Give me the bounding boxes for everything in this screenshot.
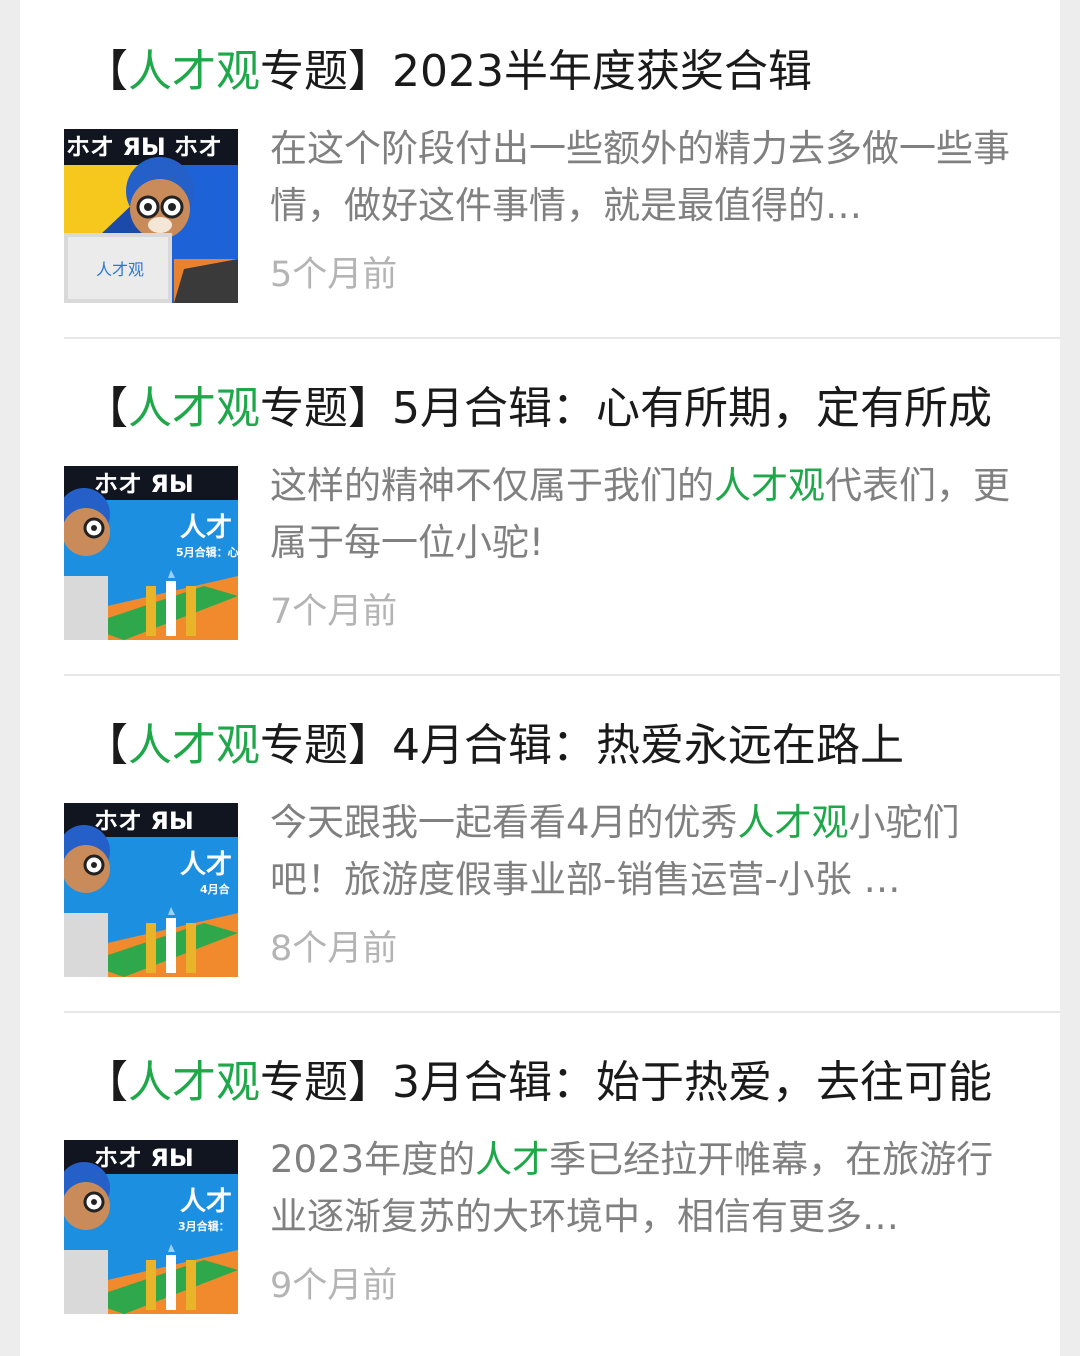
article-summary: 这样的精神不仅属于我们的人才观代表们，更属于每一位小驼! bbox=[270, 457, 1020, 571]
svg-text:3月合辑：: 3月合辑： bbox=[178, 1219, 230, 1233]
summary-text: 今天跟我一起看看4月的优秀 bbox=[270, 801, 738, 844]
title-label: 专题 bbox=[260, 46, 348, 97]
title-highlight: 人才观 bbox=[128, 46, 260, 97]
title-bracket-open: 【 bbox=[84, 46, 128, 97]
article-title[interactable]: 【人才观专题】3月合辑：始于热爱，去往可能 bbox=[84, 1053, 1044, 1113]
article-time: 5个月前 bbox=[270, 255, 398, 295]
summary-highlight: 人才观 bbox=[714, 464, 825, 507]
svg-text:人才: 人才 bbox=[180, 1187, 232, 1217]
article-time: 9个月前 bbox=[270, 1266, 398, 1306]
title-bracket-close: 】 bbox=[348, 46, 392, 97]
summary-highlight: 人才观 bbox=[737, 801, 849, 844]
article-list: 【人才观专题】2023半年度获奖合辑 ホオ ЯЫ ホオ 人才观 在这个阶段付出一… bbox=[20, 0, 1060, 1356]
article-thumbnail[interactable]: ホオ ЯЫ ホオ 人才观 bbox=[64, 129, 238, 303]
svg-text:ホオ ЯЫ: ホオ ЯЫ bbox=[94, 807, 194, 835]
article-thumbnail[interactable]: ホオ ЯЫ 人才 4月合 bbox=[64, 803, 238, 977]
article-title[interactable]: 【人才观专题】2023半年度获奖合辑 bbox=[84, 42, 1044, 102]
svg-text:ホオ ЯЫ ホオ: ホオ ЯЫ ホオ bbox=[66, 133, 222, 161]
title-label: 专题 bbox=[260, 720, 348, 771]
article-title[interactable]: 【人才观专题】4月合辑：热爱永远在路上 bbox=[84, 716, 1044, 776]
title-text: 2023半年度获奖合辑 bbox=[392, 46, 812, 97]
summary-text: 在这个阶段付出一些额外的精力去多做一些事情，做好这件事情，就是最值得的… bbox=[270, 127, 1010, 227]
title-bracket-open: 【 bbox=[84, 720, 128, 771]
title-bracket-close: 】 bbox=[348, 383, 392, 434]
svg-text:ホオ ЯЫ: ホオ ЯЫ bbox=[94, 1144, 194, 1172]
title-highlight: 人才观 bbox=[128, 1057, 260, 1108]
title-highlight: 人才观 bbox=[128, 383, 260, 434]
mascot-laptop-thumbnail-icon: ホオ ЯЫ ホオ 人才观 bbox=[64, 129, 238, 303]
article-item[interactable]: 【人才观专题】5月合辑：心有所期，定有所成 ホオ ЯЫ 人才 5月合辑：心 这样… bbox=[20, 339, 1060, 676]
title-bracket-open: 【 bbox=[84, 383, 128, 434]
article-title[interactable]: 【人才观专题】5月合辑：心有所期，定有所成 bbox=[84, 379, 1044, 439]
title-text: 3月合辑：始于热爱，去往可能 bbox=[392, 1057, 992, 1108]
article-time: 8个月前 bbox=[270, 929, 398, 969]
title-highlight: 人才观 bbox=[128, 720, 260, 771]
svg-text:4月合: 4月合 bbox=[200, 882, 231, 896]
title-bracket-close: 】 bbox=[348, 1057, 392, 1108]
svg-text:5月合辑：心: 5月合辑：心 bbox=[176, 545, 238, 559]
svg-text:人才: 人才 bbox=[180, 513, 232, 543]
title-text: 5月合辑：心有所期，定有所成 bbox=[392, 383, 992, 434]
title-label: 专题 bbox=[260, 383, 348, 434]
article-item[interactable]: 【人才观专题】2023半年度获奖合辑 ホオ ЯЫ ホオ 人才观 在这个阶段付出一… bbox=[20, 2, 1060, 339]
article-summary: 2023年度的人才季已经拉开帷幕，在旅游行业逐渐复苏的大环境中，相信有更多… bbox=[270, 1131, 1020, 1245]
svg-text:人才观: 人才观 bbox=[96, 260, 144, 279]
svg-text:人才: 人才 bbox=[180, 850, 232, 880]
title-bracket-open: 【 bbox=[84, 1057, 128, 1108]
article-time: 7个月前 bbox=[270, 592, 398, 632]
title-bracket-close: 】 bbox=[348, 720, 392, 771]
article-summary: 今天跟我一起看看4月的优秀人才观小驼们吧！旅游度假事业部-销售运营-小张 … bbox=[270, 794, 1020, 908]
article-thumbnail[interactable]: ホオ ЯЫ 人才 5月合辑：心 bbox=[64, 466, 238, 640]
mascot-trophy-thumbnail-icon: ホオ ЯЫ 人才 5月合辑：心 bbox=[64, 466, 238, 640]
mascot-trophy-thumbnail-icon: ホオ ЯЫ 人才 3月合辑： bbox=[64, 1140, 238, 1314]
title-label: 专题 bbox=[260, 1057, 348, 1108]
article-summary: 在这个阶段付出一些额外的精力去多做一些事情，做好这件事情，就是最值得的… bbox=[270, 120, 1020, 234]
title-text: 4月合辑：热爱永远在路上 bbox=[392, 720, 904, 771]
summary-text: 这样的精神不仅属于我们的 bbox=[270, 464, 714, 507]
summary-text: 2023年度的 bbox=[270, 1138, 476, 1181]
summary-highlight: 人才 bbox=[475, 1138, 550, 1181]
article-item[interactable]: 【人才观专题】3月合辑：始于热爱，去往可能 ホオ ЯЫ 人才 3月合辑： 202… bbox=[20, 1013, 1060, 1350]
article-thumbnail[interactable]: ホオ ЯЫ 人才 3月合辑： bbox=[64, 1140, 238, 1314]
article-item[interactable]: 【人才观专题】4月合辑：热爱永远在路上 ホオ ЯЫ 人才 4月合 今天跟我一起看… bbox=[20, 676, 1060, 1013]
svg-text:ホオ ЯЫ: ホオ ЯЫ bbox=[94, 470, 194, 498]
mascot-trophy-thumbnail-icon: ホオ ЯЫ 人才 4月合 bbox=[64, 803, 238, 977]
